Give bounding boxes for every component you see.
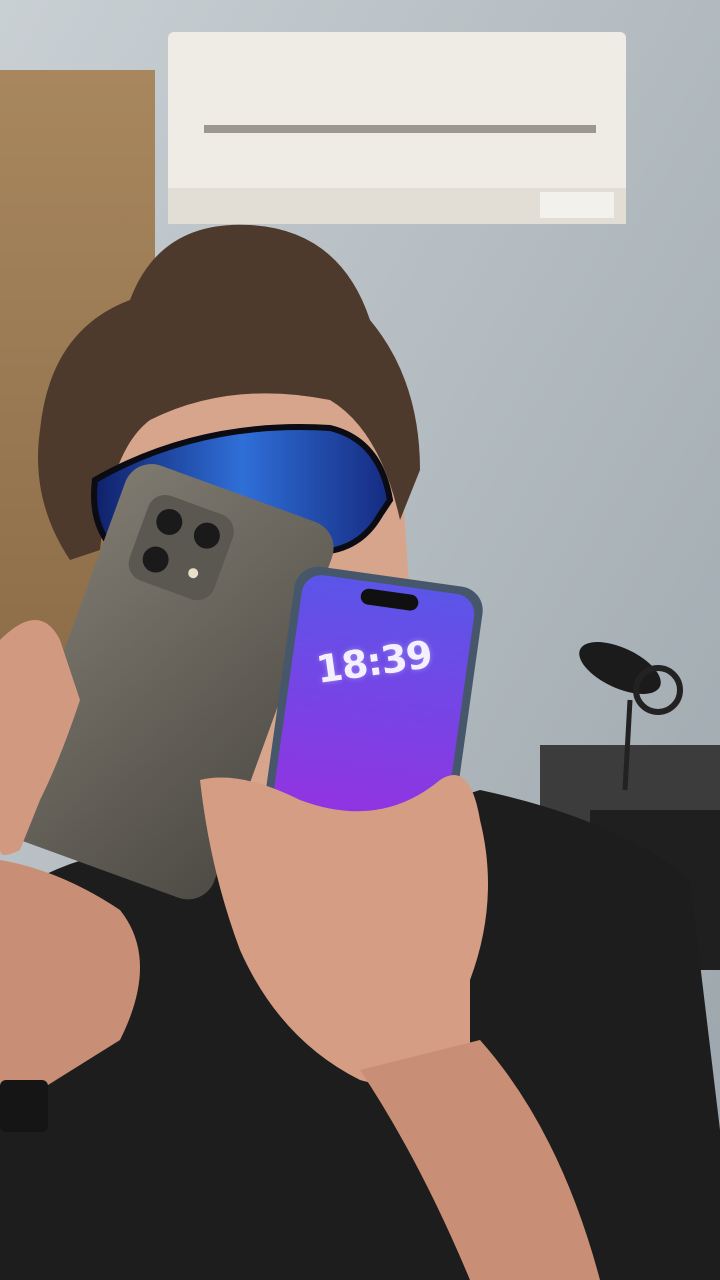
- scene-illustration: [0, 0, 720, 1280]
- photo-scene: 18:39: [0, 0, 720, 1280]
- smartwatch: [0, 1080, 48, 1132]
- air-conditioner: [168, 32, 626, 224]
